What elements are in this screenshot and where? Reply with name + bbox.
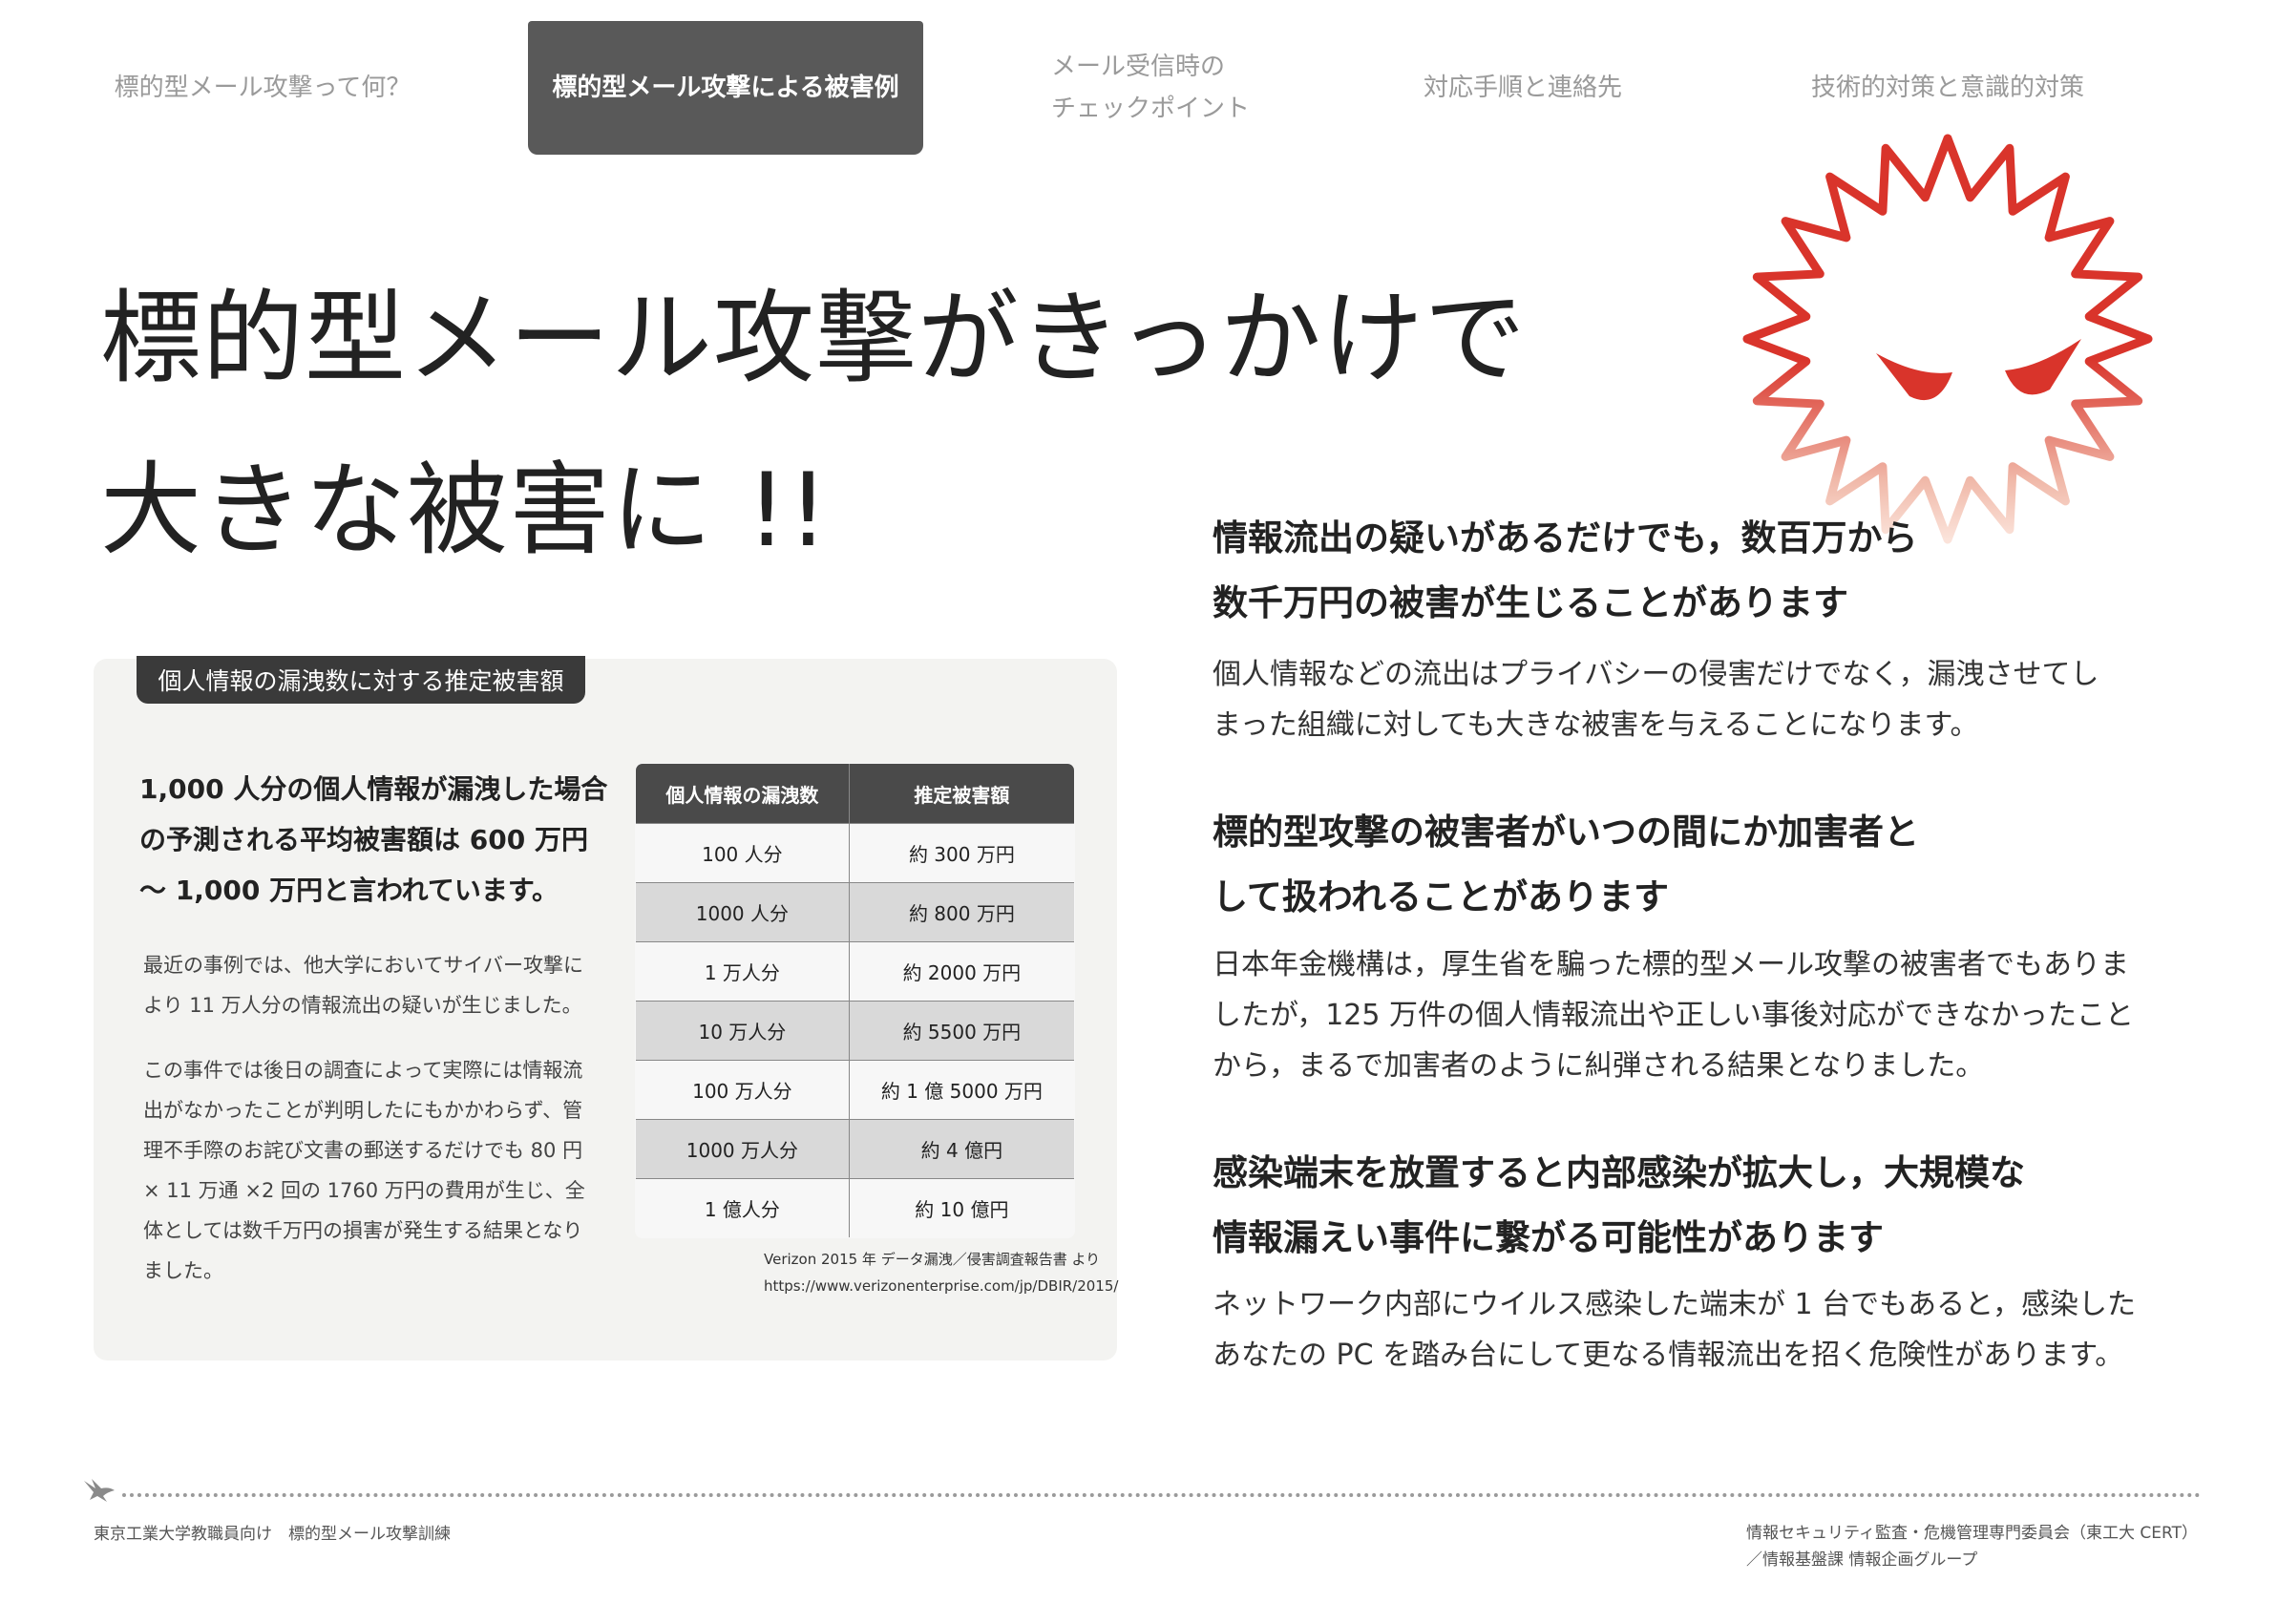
body-line: ました。 xyxy=(143,1259,223,1282)
table-row: 1000 万人分 約 4 億円 xyxy=(636,1119,1074,1179)
footer-divider xyxy=(122,1493,2202,1497)
table-row: 1 億人分 約 10 億円 xyxy=(636,1178,1074,1237)
panel-paragraph-1: 最近の事例では、他大学においてサイバー攻撃に より 11 万人分の情報流出の疑い… xyxy=(143,945,601,1025)
virus-mascot-icon xyxy=(1742,134,2153,544)
body-line: まった組織に対しても大きな被害を与えることになります。 xyxy=(1213,708,1979,742)
panel-paragraph-2: この事件では後日の調査によって実際には情報流 出がなかったことが判明したにもかか… xyxy=(143,1050,601,1291)
table-row: 100 人分 約 300 万円 xyxy=(636,823,1074,883)
lead-line: 1,000 人分の個人情報が漏洩した場合 xyxy=(139,773,608,805)
leak-count-cell: 1 億人分 xyxy=(636,1178,850,1237)
footer-line: ／情報基盤課 情報企画グループ xyxy=(1746,1550,1978,1570)
section-2-title: 標的型攻撃の被害者がいつの間にか加害者と して扱われることがあります xyxy=(1213,800,1919,930)
tab-label: 対応手順と連絡先 xyxy=(1423,73,1622,102)
table-row: 1 万人分 約 2000 万円 xyxy=(636,941,1074,1002)
headline-line-1: 標的型メール攻撃がきっかけで xyxy=(100,280,1527,397)
tab-checkpoints[interactable]: メール受信時の チェックポイント xyxy=(1036,21,1265,155)
damage-cell: 約 800 万円 xyxy=(848,882,1074,942)
footer-line: 情報セキュリティ監査・危機管理専門委員会（東工大 CERT） xyxy=(1746,1524,2198,1543)
tab-label-line-2: チェックポイント xyxy=(1050,95,1250,123)
damage-cell: 約 10 億円 xyxy=(848,1178,1074,1237)
damage-cell: 約 4 億円 xyxy=(848,1119,1074,1179)
leak-count-cell: 1 万人分 xyxy=(636,941,850,1002)
body-line: から，まるで加害者のように糾弾される結果となりました。 xyxy=(1213,1049,1985,1083)
column-header-damage: 推定被害額 xyxy=(848,764,1074,824)
mascot-right-eye xyxy=(2005,339,2081,395)
body-line: 最近の事例では、他大学においてサイバー攻撃に xyxy=(143,954,583,977)
leak-count-cell: 100 人分 xyxy=(636,823,850,883)
source-line: Verizon 2015 年 データ漏洩／侵害調査報告書 より xyxy=(764,1251,1101,1268)
leak-count-cell: 1000 人分 xyxy=(636,882,850,942)
table-source-note: Verizon 2015 年 データ漏洩／侵害調査報告書 より https://… xyxy=(764,1246,1119,1299)
tab-damage-examples[interactable]: 標的型メール攻撃による被害例 xyxy=(528,21,923,155)
table-row: 10 万人分 約 5500 万円 xyxy=(636,1001,1074,1061)
tab-label-line-1: メール受信時の xyxy=(1050,52,1225,81)
body-line: 日本年金機構は，厚生省を騙った標的型メール攻撃の被害者でもありま xyxy=(1213,948,2129,981)
damage-cell: 約 300 万円 xyxy=(848,823,1074,883)
title-line: して扱われることがあります xyxy=(1213,876,1670,917)
title-line: 数千万円の被害が生じることがあります xyxy=(1213,582,1848,623)
tab-label: 標的型メール攻撃による被害例 xyxy=(552,73,899,102)
leak-count-cell: 1000 万人分 xyxy=(636,1119,850,1179)
tab-response-procedure[interactable]: 対応手順と連絡先 xyxy=(1403,21,1642,155)
table-row: 1000 人分 約 800 万円 xyxy=(636,882,1074,942)
section-3-title: 感染端末を放置すると内部感染が拡大し，大規模な 情報漏えい事件に繋がる可能性があ… xyxy=(1213,1141,2025,1271)
body-line: この事件では後日の調査によって実際には情報流 xyxy=(143,1059,583,1082)
damage-cell: 約 5500 万円 xyxy=(848,1001,1074,1061)
body-line: 出がなかったことが判明したにもかかわらず、管 xyxy=(143,1099,583,1122)
body-line: 理不手際のお詫び文書の郵送するだけでも 80 円 xyxy=(143,1139,583,1162)
body-line: 体としては数千万円の損害が発生する結果となり xyxy=(143,1219,583,1242)
tab-label: 標的型メール攻撃って何？ xyxy=(114,73,411,102)
body-line: あなたの PC を踏み台にして更なる情報流出を招く危険性があります。 xyxy=(1213,1339,2124,1372)
title-line: 情報漏えい事件に繋がる可能性があります xyxy=(1213,1217,1884,1258)
body-line: より 11 万人分の情報流出の疑いが生じました。 xyxy=(143,994,582,1017)
column-header-leak-count: 個人情報の漏洩数 xyxy=(636,764,850,824)
table-row: 100 万人分 約 1 億 5000 万円 xyxy=(636,1060,1074,1120)
swallow-bird-icon xyxy=(84,1479,115,1502)
leak-count-cell: 10 万人分 xyxy=(636,1001,850,1061)
section-1-title: 情報流出の疑いがあるだけでも，数百万から 数千万円の被害が生じることがあります xyxy=(1213,506,1918,636)
table-header-row: 個人情報の漏洩数 推定被害額 xyxy=(636,764,1074,824)
lead-line: ～ 1,000 万円と言われています。 xyxy=(139,875,559,906)
body-line: 個人情報などの流出はプライバシーの侵害だけでなく，漏洩させてし xyxy=(1213,658,2099,691)
footer-left-text: 東京工業大学教職員向け 標的型メール攻撃訓練 xyxy=(94,1525,451,1544)
panel-tab-label: 個人情報の漏洩数に対する推定被害額 xyxy=(137,656,585,704)
damage-cell: 約 1 億 5000 万円 xyxy=(848,1060,1074,1120)
source-url: https://www.verizonenterprise.com/jp/DBI… xyxy=(764,1277,1119,1295)
mascot-left-eye xyxy=(1876,353,1952,401)
title-line: 標的型攻撃の被害者がいつの間にか加害者と xyxy=(1213,812,1919,853)
mascot-body xyxy=(1742,134,2153,544)
footer-right-text: 情報セキュリティ監査・危機管理専門委員会（東工大 CERT） ／情報基盤課 情報… xyxy=(1746,1520,2198,1573)
leak-count-cell: 100 万人分 xyxy=(636,1060,850,1120)
body-line: × 11 万通 ×2 回の 1760 万円の費用が生じ、全 xyxy=(143,1179,585,1202)
body-line: ネットワーク内部にウイルス感染した端末が 1 台でもあると，感染した xyxy=(1213,1288,2136,1321)
panel-lead-text: 1,000 人分の個人情報が漏洩した場合 の予測される平均被害額は 600 万円… xyxy=(139,764,607,916)
damage-table: 個人情報の漏洩数 推定被害額 100 人分 約 300 万円 1000 人分 約… xyxy=(635,763,1075,1238)
damage-cell: 約 2000 万円 xyxy=(848,941,1074,1002)
tab-what-is-targeted-email[interactable]: 標的型メール攻撃って何？ xyxy=(105,21,420,155)
tab-label: 技術的対策と意識的対策 xyxy=(1810,73,2084,102)
title-line: 感染端末を放置すると内部感染が拡大し，大規模な xyxy=(1213,1152,2025,1193)
lead-line: の予測される平均被害額は 600 万円 xyxy=(139,824,588,855)
section-1-body: 個人情報などの流出はプライバシーの侵害だけでなく，漏洩させてし まった組織に対し… xyxy=(1213,649,2099,750)
title-line: 情報流出の疑いがあるだけでも，数百万から xyxy=(1213,517,1918,559)
section-3-body: ネットワーク内部にウイルス感染した端末が 1 台でもあると，感染した あなたの … xyxy=(1213,1279,2136,1381)
section-2-body: 日本年金機構は，厚生省を騙った標的型メール攻撃の被害者でもありま したが，125… xyxy=(1213,939,2134,1091)
body-line: したが，125 万件の個人情報流出や正しい事後対応ができなかったこと xyxy=(1213,999,2134,1032)
